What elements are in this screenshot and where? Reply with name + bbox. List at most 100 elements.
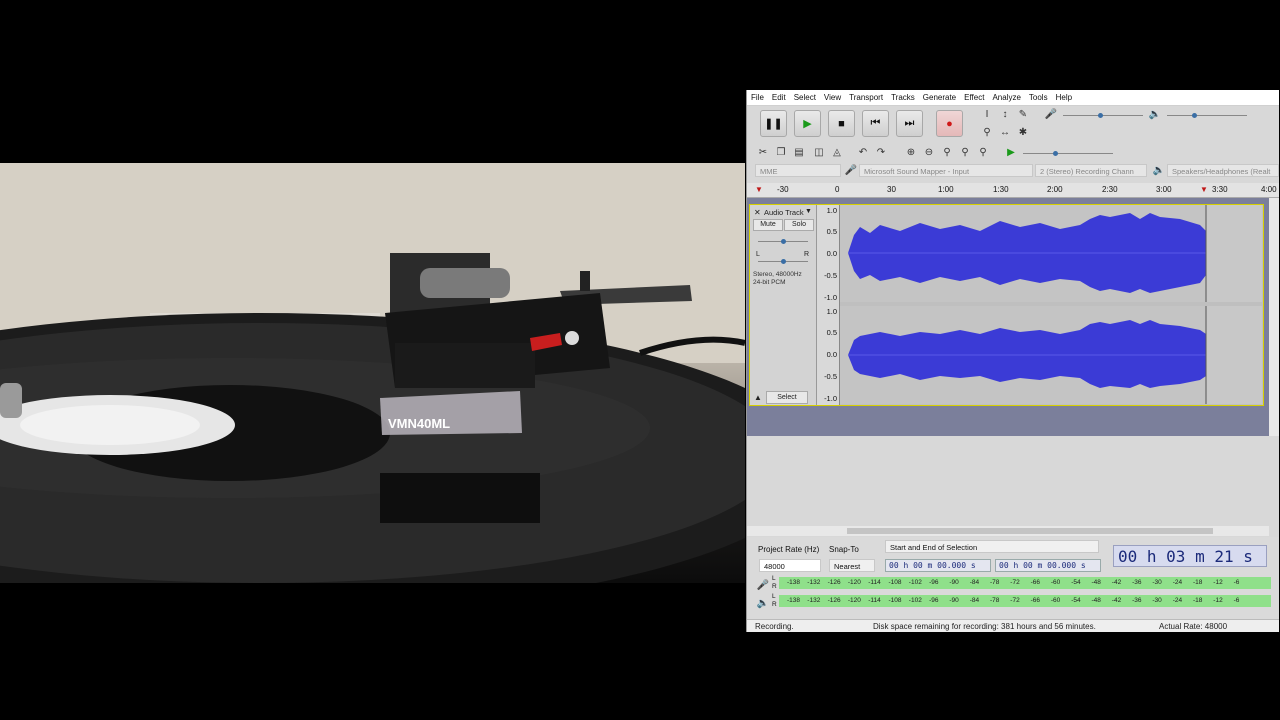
fit-project-icon[interactable]: ⚲ [957, 144, 973, 160]
envelope-tool-icon[interactable]: ↕ [997, 106, 1013, 122]
playback-device-icon: 🔈 [1152, 164, 1166, 176]
snap-to-select[interactable]: Nearest [829, 559, 875, 572]
selection-tool-icon[interactable]: I [979, 106, 995, 122]
meter-tick: -6 [1233, 579, 1240, 586]
recording-volume-knob[interactable] [1098, 113, 1103, 118]
meter-tick: -18 [1193, 579, 1203, 586]
horizontal-scrollbar[interactable] [747, 526, 1269, 536]
menu-select[interactable]: Select [794, 93, 816, 102]
meter-tick: -138 [787, 579, 801, 586]
solo-button[interactable]: Solo [784, 219, 814, 231]
pause-button[interactable]: ❚❚ [760, 110, 787, 137]
meter-tick: -24 [1172, 597, 1183, 604]
skip-to-start-button[interactable]: ⏮ [862, 110, 889, 137]
cut-icon[interactable]: ✂ [755, 144, 771, 160]
meter-tick: -60 [1050, 579, 1061, 586]
status-bar: Recording. Disk space remaining for reco… [747, 619, 1279, 632]
playback-meter[interactable]: -138 -132 -126 -120 -114 -108 -102 -96 -90 -84 -78… [779, 595, 1271, 607]
ruler-tick: 30 [887, 185, 896, 194]
track-control-panel: ✕ Audio Track ▼ Mute Solo L R Stereo, 48… [750, 205, 817, 405]
timeshift-tool-icon[interactable]: ↔ [997, 124, 1013, 140]
audio-position-display[interactable]: 00 h 03 m 21 s [1113, 545, 1267, 567]
play-speed-slider[interactable] [1023, 153, 1113, 154]
recording-device-select[interactable]: Microsoft Sound Mapper - Input [859, 164, 1033, 177]
zoom-tool-icon[interactable]: ⚲ [979, 124, 995, 140]
recording-meter[interactable]: -138 -132 -126 -120 -114 -108 -102 -96 -90 -84 -78… [779, 577, 1271, 589]
menu-edit[interactable]: Edit [772, 93, 786, 102]
menu-effect[interactable]: Effect [964, 93, 984, 102]
recording-volume-slider[interactable] [1063, 115, 1143, 116]
menu-tracks[interactable]: Tracks [891, 93, 915, 102]
meter-tick: -48 [1091, 579, 1101, 586]
audio-host-select[interactable]: MME [755, 164, 841, 177]
meter-tick: -54 [1071, 579, 1081, 586]
redo-icon[interactable]: ↷ [873, 144, 889, 160]
playback-volume-slider[interactable] [1167, 115, 1247, 116]
draw-tool-icon[interactable]: ✎ [1015, 106, 1031, 122]
zoom-out-icon[interactable]: ⊖ [921, 144, 937, 160]
copy-icon[interactable]: ❐ [773, 144, 789, 160]
vertical-scrollbar[interactable] [1269, 198, 1279, 436]
close-track-icon[interactable]: ✕ [754, 208, 761, 217]
menu-view[interactable]: View [824, 93, 841, 102]
meter-tick: -102 [908, 597, 922, 604]
status-disk-space: Disk space remaining for recording: 381 … [873, 622, 1096, 631]
recording-device-icon: 🎤 [844, 164, 858, 176]
fit-selection-icon[interactable]: ⚲ [939, 144, 955, 160]
menu-transport[interactable]: Transport [849, 93, 883, 102]
record-meter-mic-icon: 🎤 [756, 579, 770, 591]
scrollbar-thumb[interactable] [847, 528, 1213, 534]
gain-knob[interactable] [781, 239, 786, 244]
silence-icon[interactable]: ◬ [829, 144, 845, 160]
skip-end-icon: ⏭ [904, 117, 915, 129]
mute-button[interactable]: Mute [753, 219, 783, 231]
stop-button[interactable]: ■ [828, 110, 855, 137]
menu-tools[interactable]: Tools [1029, 93, 1048, 102]
meter-tick: -30 [1152, 597, 1162, 604]
play-at-speed-icon[interactable]: ▶ [1003, 144, 1019, 160]
zoom-in-icon[interactable]: ⊕ [903, 144, 919, 160]
audio-track[interactable]: ✕ Audio Track ▼ Mute Solo L R Stereo, 48… [749, 204, 1264, 406]
track-menu-icon[interactable]: ▼ [805, 208, 812, 215]
paste-icon[interactable]: ▤ [791, 144, 807, 160]
meter-tick: -114 [868, 579, 881, 586]
multi-tool-icon[interactable]: ✱ [1015, 124, 1031, 140]
menu-file[interactable]: File [751, 93, 764, 102]
zoom-toggle-icon[interactable]: ⚲ [975, 144, 991, 160]
left-channel-waveform[interactable] [840, 205, 1262, 302]
trim-icon[interactable]: ◫ [811, 144, 827, 160]
project-rate-label: Project Rate (Hz) [758, 545, 820, 554]
playback-volume-knob[interactable] [1192, 113, 1197, 118]
play-button[interactable]: ▶ [794, 110, 821, 137]
ruler-tick: 3:00 [1156, 185, 1172, 194]
menu-analyze[interactable]: Analyze [992, 93, 1020, 102]
collapse-track-icon[interactable]: ▲ [754, 393, 762, 402]
menu-help[interactable]: Help [1056, 93, 1072, 102]
selection-start-time[interactable]: 00 h 00 m 00.000 s [885, 559, 991, 572]
snap-to-label: Snap-To [829, 545, 859, 554]
meter-tick: -108 [888, 597, 902, 604]
undo-icon[interactable]: ↶ [855, 144, 871, 160]
tracks-area[interactable]: ✕ Audio Track ▼ Mute Solo L R Stereo, 48… [747, 198, 1269, 436]
play-speed-knob[interactable] [1053, 151, 1058, 156]
selection-mode-select[interactable]: Start and End of Selection [885, 540, 1099, 553]
meter-tick: -18 [1193, 597, 1203, 604]
selection-end-time[interactable]: 00 h 00 m 00.000 s [995, 559, 1101, 572]
right-channel-waveform[interactable] [840, 306, 1262, 404]
recording-channels-select[interactable]: 2 (Stereo) Recording Chann [1035, 164, 1147, 177]
meter-left-label: L [772, 593, 776, 600]
timeline-ruler[interactable]: ▼ -30 0 30 1:00 1:30 2:00 2:30 3:00 ▼ 3:… [747, 183, 1279, 198]
meter-tick: -6 [1233, 597, 1240, 604]
meter-tick: -72 [1010, 579, 1020, 586]
track-name-menu[interactable]: Audio Track [764, 208, 804, 217]
record-button[interactable]: ● [936, 110, 963, 137]
meter-tick: -48 [1091, 597, 1101, 604]
select-track-button[interactable]: Select [766, 391, 808, 404]
playback-device-select[interactable]: Speakers/Headphones (Realt [1167, 164, 1279, 177]
pan-knob[interactable] [781, 259, 786, 264]
skip-to-end-button[interactable]: ⏭ [896, 110, 923, 137]
menu-generate[interactable]: Generate [923, 93, 956, 102]
play-icon: ▶ [803, 118, 812, 130]
meter-tick: -132 [807, 579, 821, 586]
project-rate-select[interactable]: 48000 [759, 559, 821, 572]
